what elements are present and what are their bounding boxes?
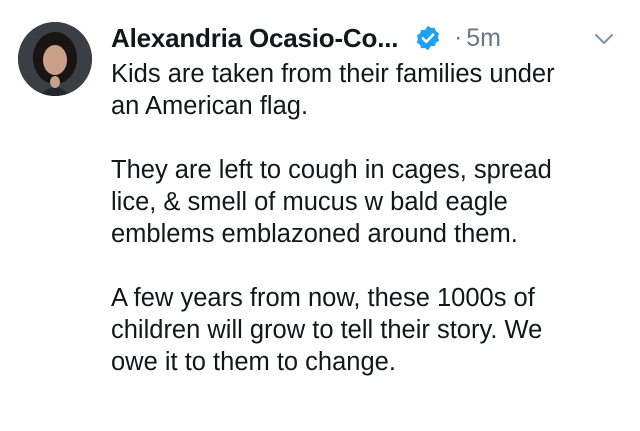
tweet-paragraph: A few years from now, these 1000s of chi…	[111, 282, 631, 378]
tweet-text: Kids are taken from their families under…	[111, 58, 631, 378]
text-line: They are left to cough in cages, spread	[111, 156, 552, 184]
text-line: A few years from now, these 1000s of	[111, 284, 535, 312]
text-line: an American flag.	[111, 92, 309, 120]
author-name[interactable]: Alexandria Ocasio-Co...	[111, 23, 398, 54]
text-line: emblems emblazoned around them.	[111, 220, 518, 248]
tweet-paragraph: Kids are taken from their families under…	[111, 58, 631, 122]
text-line: owe it to them to change.	[111, 348, 396, 376]
avatar[interactable]	[18, 22, 92, 96]
text-line: children will grow to tell their story. …	[111, 316, 543, 344]
tweet-paragraph: They are left to cough in cages, spread …	[111, 154, 631, 250]
text-line: Kids are taken from their families under	[111, 60, 555, 88]
verified-badge-icon	[414, 24, 442, 52]
tweet[interactable]: Alexandria Ocasio-Co... · 5m Kids are ta…	[0, 0, 640, 431]
tweet-header: Alexandria Ocasio-Co... · 5m	[111, 18, 621, 58]
chevron-down-icon[interactable]	[593, 28, 615, 50]
avatar-image	[18, 22, 92, 96]
separator-dot: ·	[454, 24, 463, 51]
text-line: lice, & smell of mucus w bald eagle	[111, 188, 508, 216]
timestamp[interactable]: 5m	[466, 24, 501, 53]
